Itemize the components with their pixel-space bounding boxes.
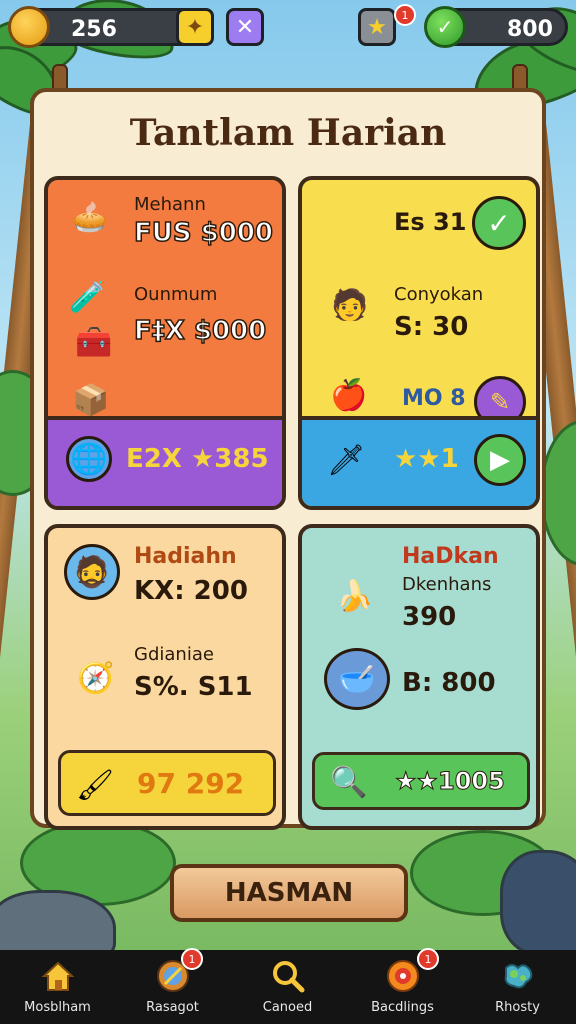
magnifier-icon: 🔍	[330, 764, 368, 800]
nav-item-search[interactable]: Canoed	[230, 950, 345, 1024]
character-icon: 🧑	[331, 287, 369, 323]
target-icon	[385, 958, 421, 994]
map-icon	[500, 958, 536, 994]
card-2-amount-3: MO 8	[402, 386, 466, 411]
reward-card-4[interactable]: HaDkan Dkenhans 🍌 390 🥣 B: 800 🔍 ★★1005	[298, 524, 540, 830]
reward-card-2[interactable]: Es 31 ✓ 🧑 Conyokan S: 30 🍎 MO 8 ✎ 🗡 ★★1 …	[298, 176, 540, 510]
potion-icon: 🧪	[69, 279, 107, 315]
play-icon[interactable]: ▶	[474, 434, 526, 486]
bowl-icon: 🥣	[324, 648, 390, 710]
reward-card-3[interactable]: 🧔 Hadiahn KX: 200 🧭 Gdianiae S%. S11 🖌 9…	[44, 524, 286, 830]
brush-icon: 🖌	[75, 767, 115, 803]
bottom-nav: Mosblham 1 Rasagot Canoed 1 Bacdlings Rh…	[0, 948, 576, 1024]
search-icon	[270, 958, 306, 994]
card-3-footer[interactable]: 🖌 97 292	[58, 750, 276, 816]
nav-label-compass: Rasagot	[146, 1000, 199, 1015]
nav-badge: 1	[417, 948, 439, 970]
card-2-footer[interactable]: 🗡 ★★1 ▶	[302, 416, 536, 506]
nav-label-search: Canoed	[262, 1000, 313, 1015]
card-4-amount-1: 390	[402, 602, 457, 632]
pencil-icon: 🗡	[326, 442, 366, 478]
puzzle-button[interactable]: ✦	[176, 8, 214, 46]
card-2-amount-2: S: 30	[394, 312, 469, 342]
card-3-label-2: Gdianiae	[134, 644, 214, 665]
pie-icon: 🥧	[71, 199, 109, 235]
gem-count: 800	[507, 17, 553, 42]
nav-item-map[interactable]: Rhosty	[460, 950, 575, 1024]
crate-icon: 📦	[72, 382, 110, 418]
card-4-label-1: HaDkan	[402, 544, 499, 569]
card-3-amount-1: KX: 200	[134, 576, 248, 606]
card-2-amount-1: Es 31	[394, 208, 467, 236]
reward-card-1[interactable]: 🥧 Mehann FUS $000 🧪 Ounmum 🧰 F‡X $000 📦 …	[44, 176, 286, 510]
card-1-footer[interactable]: 🌐 E2X ★385	[48, 416, 282, 506]
close-button[interactable]: ✕	[226, 8, 264, 46]
card-2-label-2: Conyokan	[394, 284, 484, 305]
apple-icon: 🍎	[330, 377, 368, 413]
board-title: Tantlam Harian	[129, 112, 447, 154]
nav-item-home[interactable]: Mosblham	[0, 950, 115, 1024]
home-icon	[40, 958, 76, 994]
card-1-footer-text: E2X ★385	[126, 444, 269, 474]
globe-icon: 🌐	[66, 436, 112, 482]
top-bar: 256 ✦ ✕ ★ 1 800 ✓	[0, 0, 576, 56]
coin-count: 256	[71, 17, 117, 42]
check-gem-icon: ✓	[424, 6, 466, 48]
card-4-sub-1: Dkenhans	[402, 574, 492, 595]
notification-badge: 1	[394, 4, 416, 26]
claim-button[interactable]: HASMAN	[170, 864, 408, 922]
card-3-amount-2: S%. S11	[134, 672, 253, 702]
card-1-label-1: Mehann	[134, 194, 206, 215]
nav-item-compass[interactable]: 1 Rasagot	[115, 948, 230, 1024]
card-1-label-2: Ounmum	[134, 284, 218, 305]
card-3-label-1: Hadiahn	[134, 544, 237, 569]
treasure-chest-icon: 🧰	[75, 324, 113, 360]
tools-icon: 🧭	[77, 660, 115, 696]
nav-label-home: Mosblham	[24, 1000, 91, 1015]
check-icon[interactable]: ✓	[472, 196, 526, 250]
banana-icon: 🍌	[336, 578, 374, 614]
card-1-amount-1: FUS $000	[133, 217, 274, 249]
card-4-footer[interactable]: 🔍 ★★1005	[312, 752, 530, 810]
card-4-amount-2: B: 800	[402, 668, 496, 698]
nav-label-target: Bacdlings	[371, 1000, 434, 1015]
card-2-footer-text: ★★1	[394, 444, 459, 474]
quest-board: Tantlam Harian 🥧 Mehann FUS $000 🧪 Ounmu…	[30, 88, 546, 830]
avatar-icon: 🧔	[64, 544, 120, 600]
rock	[500, 850, 576, 956]
card-1-amount-2: F‡X $000	[133, 315, 267, 347]
nav-label-map: Rhosty	[495, 1000, 540, 1015]
card-4-footer-text: ★★1005	[395, 767, 506, 796]
star-button[interactable]: ★	[358, 8, 396, 46]
card-3-footer-text: 97 292	[137, 767, 245, 800]
nav-item-target[interactable]: 1 Bacdlings	[345, 948, 460, 1024]
coin-icon	[8, 6, 50, 48]
nav-badge: 1	[181, 948, 203, 970]
